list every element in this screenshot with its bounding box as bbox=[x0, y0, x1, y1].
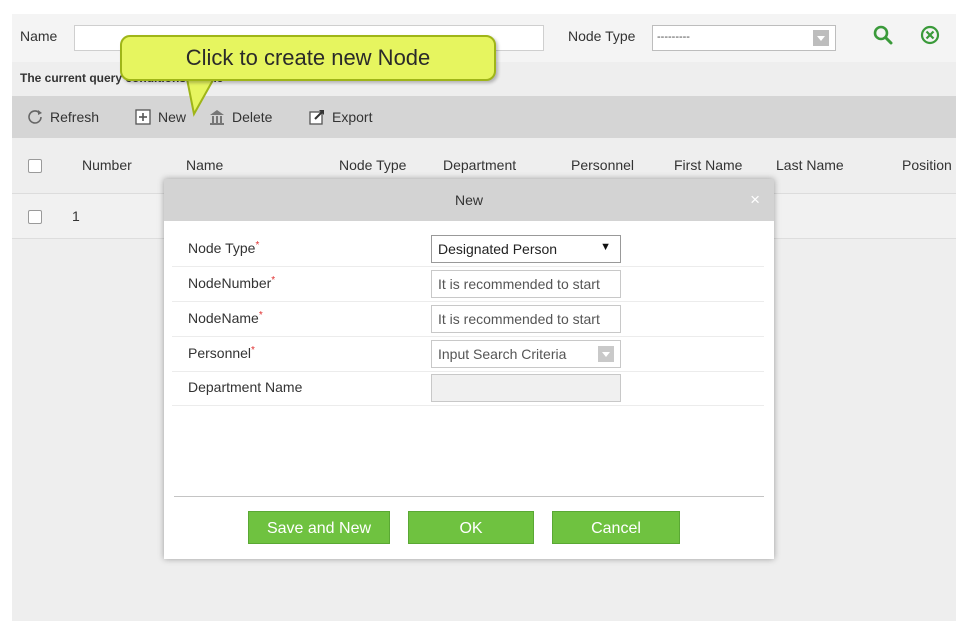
node-type-filter-value: --------- bbox=[657, 31, 690, 43]
personnel-label: Personnel bbox=[188, 345, 252, 361]
node-name-input[interactable]: It is recommended to start bbox=[431, 305, 621, 333]
name-filter-label: Name bbox=[20, 28, 58, 44]
personnel-combo[interactable]: Input Search Criteria bbox=[431, 340, 621, 368]
node-type-select[interactable]: Designated Person ▼ bbox=[431, 235, 621, 263]
required-marker: * bbox=[251, 345, 255, 356]
node-number-label: NodeNumber bbox=[188, 275, 272, 291]
refresh-label: Refresh bbox=[50, 109, 100, 125]
save-and-new-button[interactable]: Save and New bbox=[248, 511, 390, 544]
required-marker: * bbox=[258, 310, 263, 321]
row-number: 1 bbox=[72, 208, 80, 224]
node-number-placeholder: It is recommended to start bbox=[438, 276, 600, 292]
dialog-header: New × bbox=[164, 179, 774, 221]
department-name-field bbox=[431, 374, 621, 402]
export-button[interactable]: Export bbox=[308, 107, 372, 127]
column-header-department[interactable]: Department bbox=[443, 157, 516, 173]
refresh-icon bbox=[26, 108, 44, 126]
node-type-filter-select[interactable]: --------- bbox=[652, 25, 836, 51]
node-name-label: NodeName bbox=[188, 310, 259, 326]
form-row-node-type: Node Type* Designated Person ▼ bbox=[172, 232, 764, 267]
required-marker: * bbox=[255, 240, 260, 251]
column-header-last-name[interactable]: Last Name bbox=[776, 157, 844, 173]
personnel-value: Input Search Criteria bbox=[438, 346, 567, 362]
column-header-name[interactable]: Name bbox=[186, 157, 223, 173]
new-button[interactable]: New bbox=[134, 107, 186, 127]
clear-circle-icon[interactable] bbox=[917, 24, 943, 50]
select-all-checkbox[interactable] bbox=[28, 159, 42, 173]
dialog-title: New bbox=[454, 192, 483, 208]
node-number-input[interactable]: It is recommended to start bbox=[431, 270, 621, 298]
node-type-filter-label: Node Type bbox=[568, 28, 636, 44]
close-icon[interactable]: × bbox=[750, 179, 760, 221]
form-row-personnel: Personnel* Input Search Criteria bbox=[172, 337, 764, 372]
department-name-label: Department Name bbox=[188, 379, 303, 395]
chevron-down-icon[interactable] bbox=[598, 346, 614, 362]
caret-down-icon: ▼ bbox=[600, 241, 611, 253]
cancel-button[interactable]: Cancel bbox=[552, 511, 680, 544]
required-marker: * bbox=[271, 275, 276, 286]
form-row-department-name: Department Name bbox=[172, 371, 764, 406]
refresh-button[interactable]: Refresh bbox=[26, 107, 99, 127]
node-type-label: Node Type bbox=[188, 240, 256, 256]
delete-button[interactable]: Delete bbox=[208, 107, 272, 127]
form-row-node-number: NodeNumber* It is recommended to start bbox=[172, 267, 764, 302]
delete-icon bbox=[208, 108, 226, 126]
app-frame: Name Node Type --------- The current que… bbox=[12, 14, 956, 621]
chevron-down-icon bbox=[813, 30, 829, 46]
new-node-dialog: New × Node Type* Designated Person ▼ Nod… bbox=[164, 179, 774, 559]
delete-label: Delete bbox=[232, 109, 273, 125]
node-type-value: Designated Person bbox=[438, 241, 558, 257]
form-row-node-name: NodeName* It is recommended to start bbox=[172, 302, 764, 337]
column-header-personnel[interactable]: Personnel bbox=[571, 157, 634, 173]
export-label: Export bbox=[332, 109, 373, 125]
search-icon[interactable] bbox=[870, 24, 896, 50]
new-document-icon bbox=[134, 108, 152, 126]
column-header-position[interactable]: Position bbox=[902, 157, 952, 173]
tooltip-callout: Click to create new Node bbox=[120, 35, 496, 81]
column-header-node-type[interactable]: Node Type bbox=[339, 157, 406, 173]
ok-button[interactable]: OK bbox=[408, 511, 534, 544]
toolbar: Refresh New Delete Export bbox=[12, 96, 956, 138]
export-icon bbox=[308, 108, 326, 126]
column-header-number[interactable]: Number bbox=[82, 157, 132, 173]
node-name-placeholder: It is recommended to start bbox=[438, 311, 600, 327]
column-header-first-name[interactable]: First Name bbox=[674, 157, 742, 173]
new-label: New bbox=[158, 109, 187, 125]
dialog-divider bbox=[174, 496, 764, 497]
row-checkbox[interactable] bbox=[28, 210, 42, 224]
